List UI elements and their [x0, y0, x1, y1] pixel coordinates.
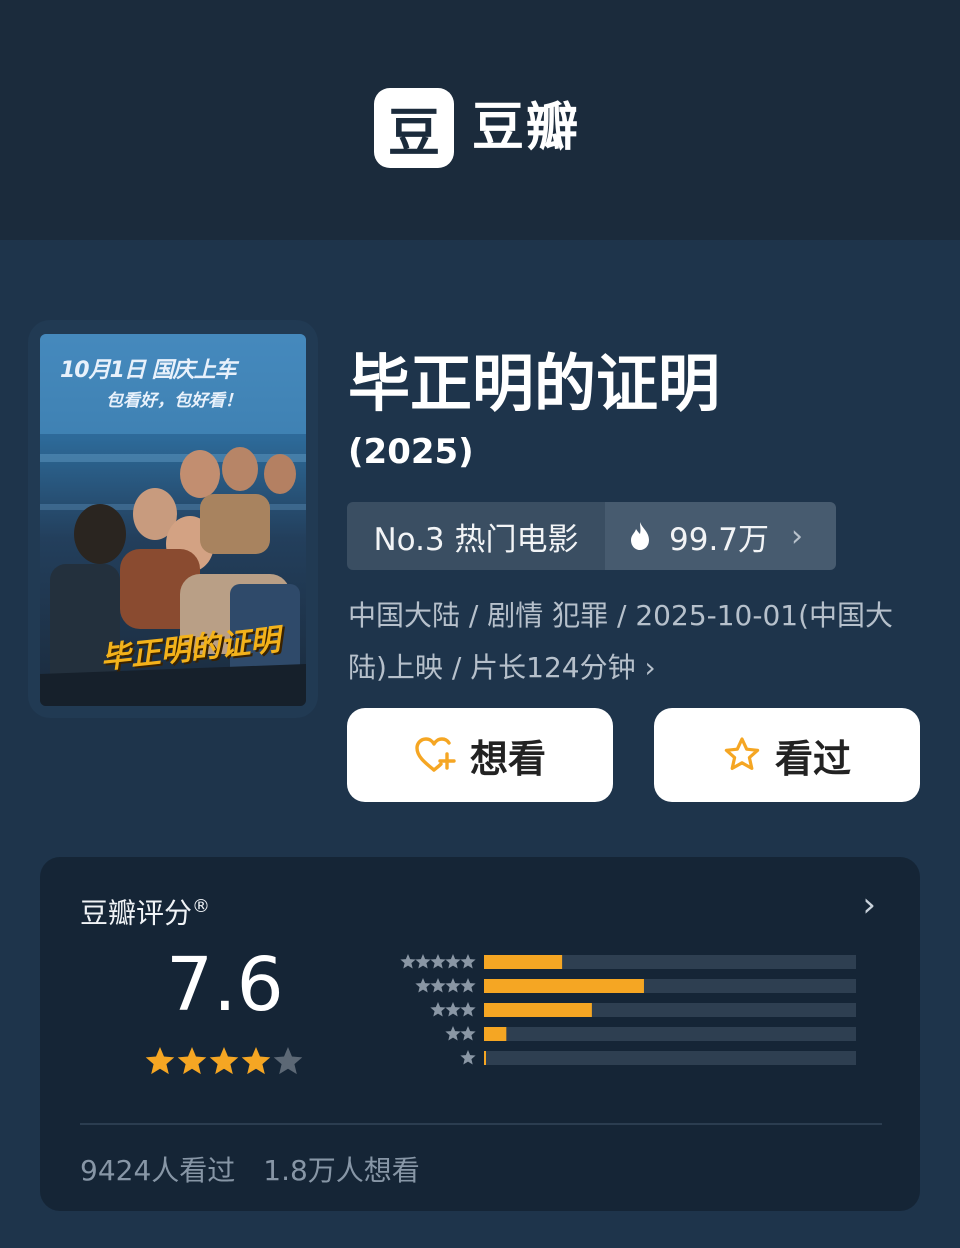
- distribution-star-icon: [400, 954, 416, 969]
- star-filled-icon: [177, 1047, 207, 1075]
- app-name: 豆瓣: [472, 98, 581, 158]
- distribution-star-icon: [430, 1002, 446, 1017]
- rating-score: 7.6: [166, 942, 284, 1028]
- heat-value: 99.7万: [669, 521, 770, 558]
- flame-icon: [631, 522, 649, 550]
- app-header: 豆 豆瓣: [0, 0, 960, 240]
- distribution-star-icon: [460, 1002, 476, 1017]
- movie-poster[interactable]: 10月1日 国庆上车 包看好，包好看！ 毕正明的证明: [40, 334, 306, 706]
- distribution-star-icon: [460, 1050, 476, 1065]
- chevron-right-icon: ›: [791, 518, 804, 554]
- divider: [80, 1123, 882, 1125]
- distribution-bar-3-star: [484, 1003, 592, 1017]
- hot-rank-pill[interactable]: No.3 热门电影 99.7万 ›: [347, 502, 836, 570]
- movie-year: (2025): [348, 432, 474, 472]
- star-filled-icon: [145, 1047, 175, 1075]
- movie-meta[interactable]: 中国大陆 / 剧情 犯罪 / 2025-10-01(中国大陆)上映 / 片长12…: [348, 590, 908, 694]
- douban-logo-icon: 豆: [374, 88, 454, 168]
- want-label: 想看: [469, 736, 546, 781]
- distribution-star-icon: [430, 978, 446, 993]
- rank-label[interactable]: No.3 热门电影: [347, 502, 605, 570]
- distribution-bar-2-star: [484, 1027, 507, 1041]
- registered-mark: ®: [192, 896, 211, 917]
- want-to-watch-button[interactable]: 想看: [347, 708, 613, 802]
- heart-plus-icon: [415, 737, 456, 772]
- want-count[interactable]: 1.8万人想看: [263, 1154, 420, 1187]
- score-stars: [145, 1047, 303, 1075]
- movie-title: 毕正明的证明: [348, 347, 721, 420]
- distribution-star-icon: [415, 978, 431, 993]
- poster-subline: 包看好，包好看！: [106, 391, 242, 411]
- star-outline-icon: [724, 737, 760, 770]
- distribution-track: [484, 1027, 856, 1041]
- rating-title: 豆瓣评分®: [80, 896, 211, 930]
- star-filled-icon: [241, 1047, 271, 1075]
- distribution-bar-5-star: [484, 955, 563, 969]
- poster-tagline: 10月1日 国庆上车: [60, 358, 237, 383]
- distribution-star-icon: [445, 978, 461, 993]
- distribution-star-icon: [460, 1026, 476, 1041]
- heat-link[interactable]: 99.7万 ›: [605, 502, 836, 570]
- distribution-star-icon: [445, 1026, 461, 1041]
- star-empty-icon: [273, 1047, 303, 1075]
- distribution-star-icon: [415, 954, 431, 969]
- seen-label: 看过: [774, 736, 851, 781]
- chevron-right-icon[interactable]: ›: [862, 885, 876, 925]
- distribution-bar-4-star: [484, 979, 644, 993]
- distribution-star-icon: [445, 1002, 461, 1017]
- distribution-star-icon: [430, 954, 446, 969]
- watched-button[interactable]: 看过: [654, 708, 920, 802]
- rating-card[interactable]: 豆瓣评分® › 7.6 9424人看过 1.8万人想看: [40, 857, 920, 1211]
- distribution-star-icon: [445, 954, 461, 969]
- rating-distribution: [400, 954, 856, 1065]
- seen-count[interactable]: 9424人看过: [80, 1154, 235, 1187]
- distribution-track: [484, 1051, 856, 1065]
- rating-counts: 9424人看过 1.8万人想看: [80, 1151, 420, 1191]
- distribution-bar-1-star: [484, 1051, 486, 1065]
- distribution-star-icon: [460, 954, 476, 969]
- distribution-star-icon: [460, 978, 476, 993]
- star-filled-icon: [209, 1047, 239, 1075]
